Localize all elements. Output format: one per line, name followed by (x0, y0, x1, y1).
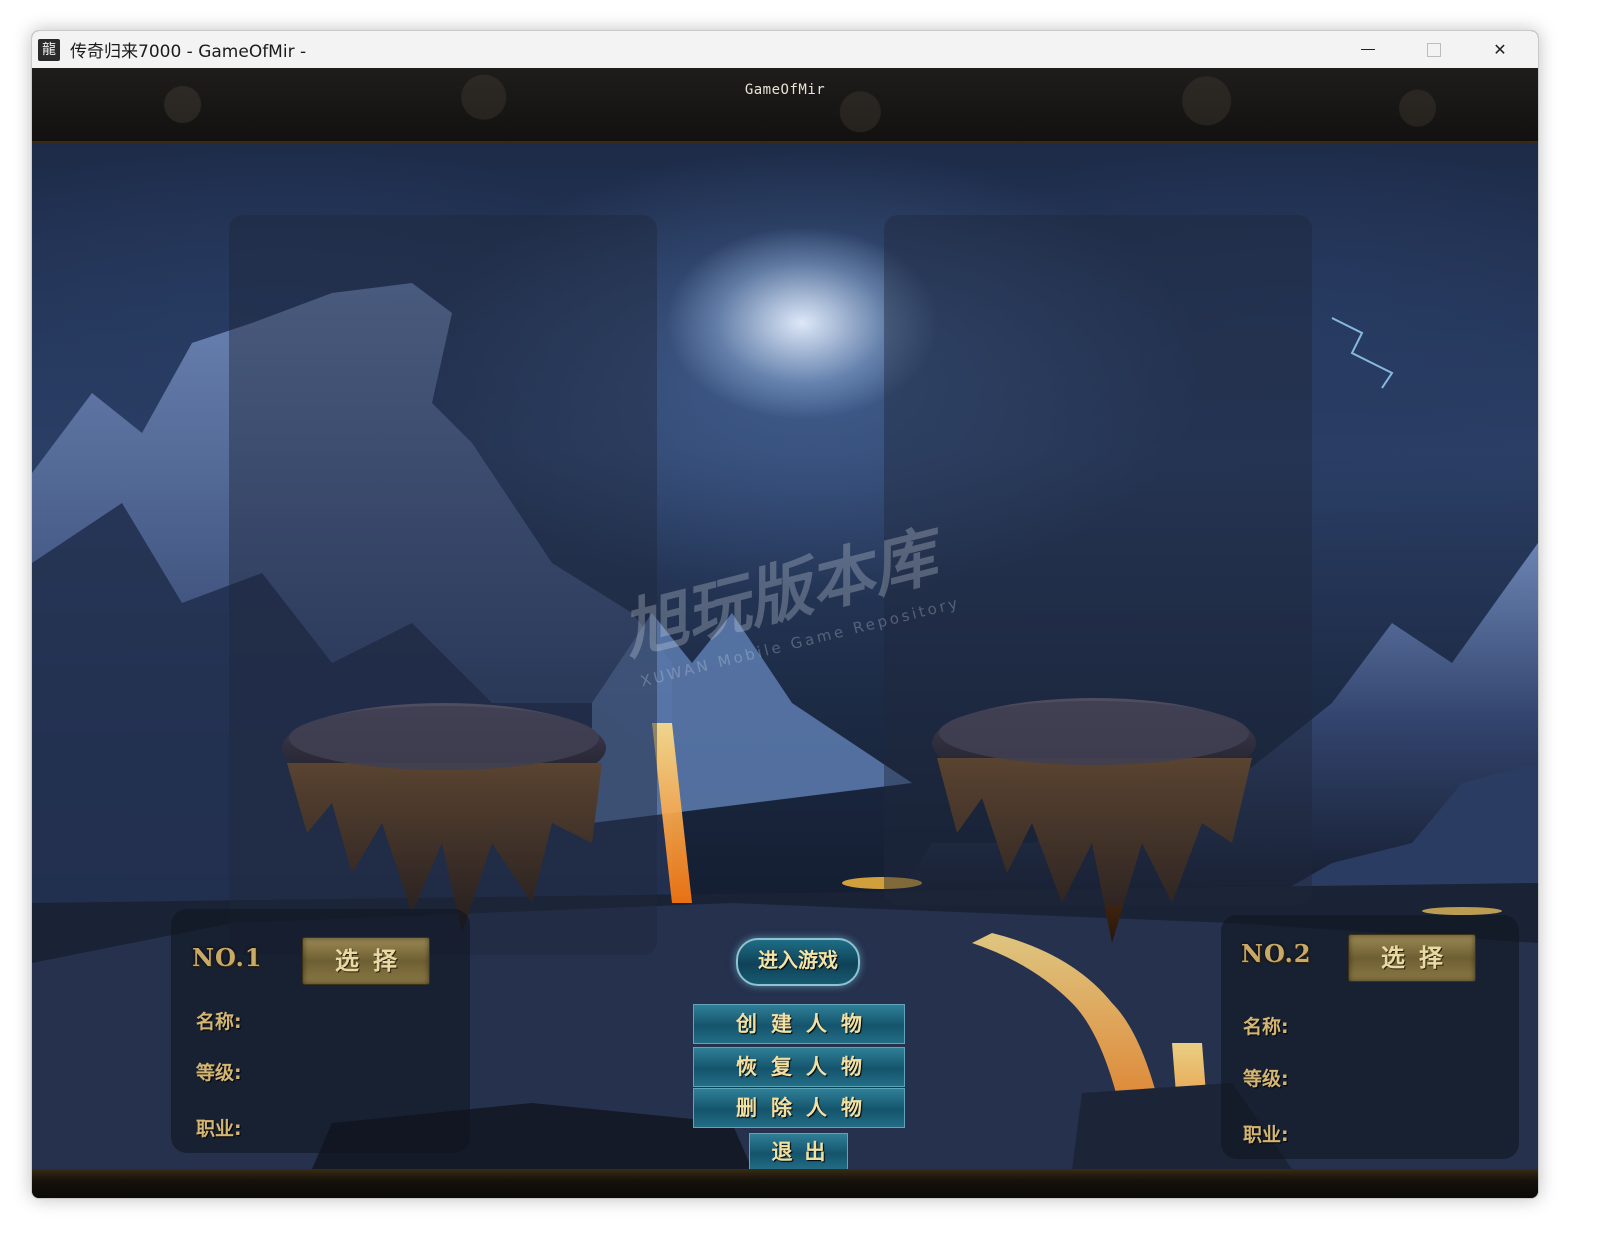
delete-character-button[interactable]: 删除人物 (693, 1088, 905, 1128)
character-select-scene: 旭玩版本库 XUWAN Mobile Game Repository NO.1 … (32, 143, 1538, 1169)
slot-1-number: NO.1 (192, 943, 263, 972)
minimize-button[interactable] (1335, 31, 1401, 68)
game-header-title: GameOfMir (744, 82, 826, 98)
slot-2-level-label: 等级: (1243, 1068, 1289, 1090)
maximize-icon (1427, 42, 1441, 57)
slot-1-level-label: 等级: (196, 1062, 242, 1084)
slot-1-job-label: 职业: (196, 1118, 242, 1140)
exit-button[interactable]: 退出 (749, 1133, 848, 1169)
minimize-icon (1361, 49, 1375, 50)
enter-game-button[interactable]: 进入游戏 (736, 938, 860, 986)
window-title: 传奇归来7000 - GameOfMir - (70, 42, 307, 62)
app-icon: 龍 (38, 38, 60, 61)
maximize-button[interactable] (1401, 31, 1467, 68)
bottom-frame (32, 1169, 1538, 1198)
close-icon: ✕ (1493, 40, 1507, 59)
slot-2-select-button[interactable]: 选择 (1348, 934, 1476, 982)
slot-2-job-label: 职业: (1243, 1124, 1289, 1146)
title-bar[interactable]: 龍 传奇归来7000 - GameOfMir - ✕ (32, 31, 1538, 68)
restore-character-button[interactable]: 恢复人物 (693, 1047, 905, 1087)
close-button[interactable]: ✕ (1467, 31, 1533, 68)
character-slot-2-preview[interactable] (884, 215, 1312, 905)
slot-1-name-label: 名称: (196, 1011, 242, 1033)
slot-2-name-label: 名称: (1243, 1016, 1289, 1038)
character-slot-1-preview[interactable] (229, 215, 657, 955)
slot-1-select-button[interactable]: 选择 (302, 937, 430, 985)
game-header: GameOfMir (32, 68, 1538, 144)
create-character-button[interactable]: 创建人物 (693, 1004, 905, 1044)
game-window: 龍 传奇归来7000 - GameOfMir - ✕ GameOfMir 旭玩版… (31, 30, 1539, 1199)
slot-2-number: NO.2 (1241, 939, 1312, 968)
